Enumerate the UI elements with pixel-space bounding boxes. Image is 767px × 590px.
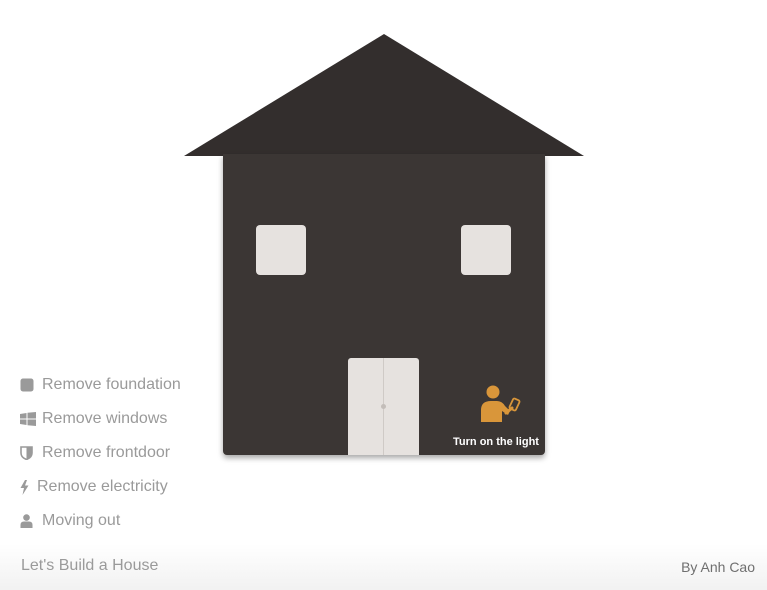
person-with-phone-icon [475,384,521,429]
house-actions-menu: Remove foundation Remove windows Remove … [20,368,181,538]
door-knob [381,404,386,409]
menu-item-label: Remove foundation [42,376,181,393]
house-body: Turn on the light [223,154,545,455]
turn-on-light-label: Turn on the light [453,436,539,448]
front-door [348,358,419,455]
turn-on-light-button[interactable]: Turn on the light [448,384,542,448]
menu-item-remove-electricity[interactable]: Remove electricity [20,470,181,504]
menu-item-label: Remove windows [42,410,168,427]
square-icon [20,378,34,392]
menu-item-label: Remove frontdoor [42,444,171,461]
window-left [256,225,306,275]
menu-item-label: Remove electricity [37,478,168,495]
house-roof [184,34,584,156]
page-stage: Turn on the light Remove foundation Remo… [0,0,767,590]
shield-icon [20,446,34,460]
menu-item-remove-windows[interactable]: Remove windows [20,402,181,436]
menu-item-moving-out[interactable]: Moving out [20,504,181,538]
bolt-icon [20,480,29,495]
author-credit: By Anh Cao [681,559,755,575]
menu-item-remove-frontdoor[interactable]: Remove frontdoor [20,436,181,470]
menu-item-label: Moving out [42,512,121,529]
site-title-link[interactable]: Let's Build a House [21,557,158,575]
user-icon [20,514,34,528]
windows-icon [20,412,36,426]
window-right [461,225,511,275]
menu-item-remove-foundation[interactable]: Remove foundation [20,368,181,402]
